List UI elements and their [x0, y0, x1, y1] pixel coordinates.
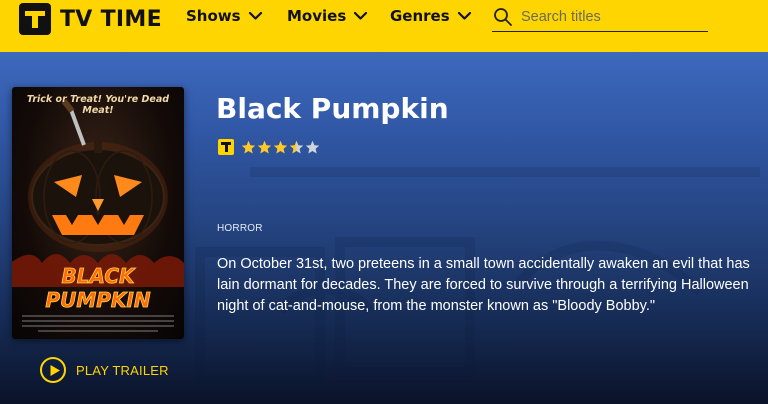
poster-tagline: Trick or Treat! You're Dead Meat! [26, 94, 170, 116]
star-icon [305, 140, 320, 153]
play-button-ring [40, 357, 66, 383]
star-icon [241, 140, 256, 153]
star-icon [257, 140, 272, 153]
nav-movies[interactable]: Movies [287, 7, 368, 25]
chevron-down-icon [354, 11, 368, 20]
chevron-down-icon [457, 11, 471, 20]
svg-text:BLACK: BLACK [61, 264, 136, 288]
top-header: TV TIME Shows Movies Genres [0, 0, 768, 52]
tv-time-rating-icon [218, 139, 234, 155]
search-icon[interactable] [493, 7, 513, 27]
nav-shows[interactable]: Shows [186, 7, 263, 25]
nav-genres-label: Genres [390, 7, 450, 25]
show-poster: BLACK PUMPKIN Trick or Treat! You're Dea… [12, 87, 184, 339]
nav-genres[interactable]: Genres [390, 7, 472, 25]
logo-text: TV TIME [60, 6, 162, 32]
show-description: On October 31st, two preteens in a small… [217, 256, 750, 314]
play-trailer-button[interactable]: PLAY TRAILER [40, 357, 169, 383]
show-title: Black Pumpkin [216, 92, 449, 125]
nav-shows-label: Shows [186, 7, 241, 25]
show-hero: BLACK PUMPKIN Trick or Treat! You're Dea… [0, 52, 768, 404]
chevron-down-icon [248, 11, 262, 20]
nav-movies-label: Movies [287, 7, 347, 25]
tv-time-logo[interactable]: TV TIME [19, 3, 162, 35]
search-bar[interactable] [492, 3, 708, 32]
play-trailer-label: PLAY TRAILER [76, 362, 169, 378]
star-icon [273, 140, 288, 153]
genre-label[interactable]: HORROR [217, 223, 263, 234]
rating-row [218, 139, 321, 155]
search-input[interactable] [521, 9, 701, 25]
poster-artwork: BLACK PUMPKIN [12, 99, 184, 332]
star-rating [241, 140, 321, 155]
svg-text:PUMPKIN: PUMPKIN [45, 288, 150, 312]
play-icon [50, 365, 60, 376]
star-icon [289, 140, 304, 153]
tv-time-logo-mark [19, 3, 51, 35]
